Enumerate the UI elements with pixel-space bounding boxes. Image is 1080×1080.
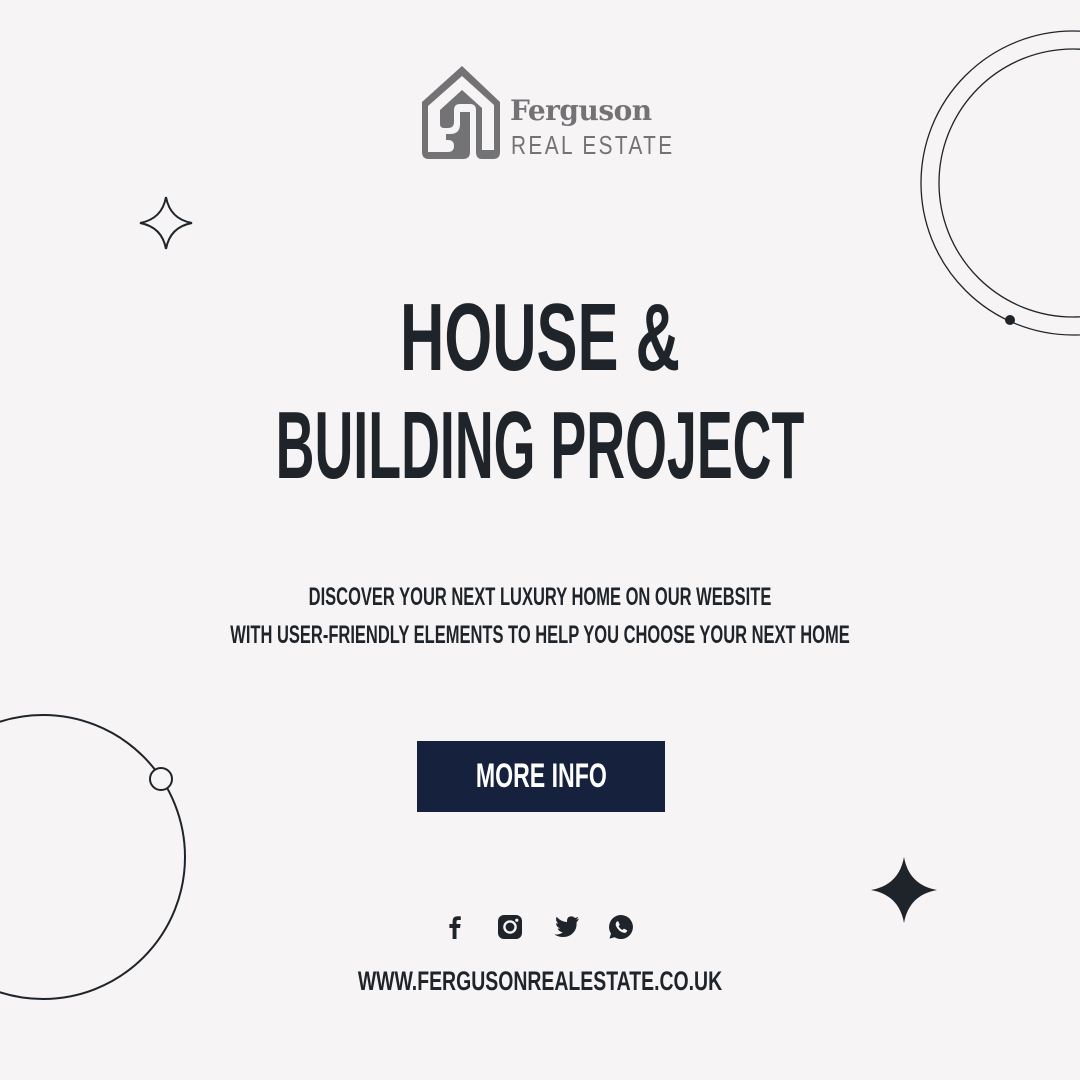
headline: HOUSE & BUILDING PROJECT [0,284,1080,500]
twitter-icon [554,916,579,937]
facebook-link[interactable] [440,912,470,942]
subtext-line-2: WITH USER-FRIENDLY ELEMENTS TO HELP YOU … [230,621,850,649]
promo-canvas: Ferguson REAL ESTATE HOUSE & BUILDING PR… [0,0,1080,1080]
sparkle-outline-icon [139,196,193,250]
more-info-button-label: MORE INFO [475,757,607,795]
instagram-icon [498,915,522,939]
more-info-button[interactable]: MORE INFO [417,741,665,812]
sparkle-filled-icon [871,857,937,923]
bottom-ring-decoration [0,714,186,1000]
website-url[interactable]: WWW.FERGUSONREALESTATE.CO.UK [0,966,1080,997]
inner-ring-decoration [938,48,1080,318]
instagram-link[interactable] [495,912,525,942]
whatsapp-icon [609,915,633,939]
subtext: DISCOVER YOUR NEXT LUXURY HOME ON OUR WE… [0,578,1080,654]
brand-name: Ferguson [510,94,652,127]
subtext-line-1: DISCOVER YOUR NEXT LUXURY HOME ON OUR WE… [308,583,772,611]
brand-tagline: REAL ESTATE [511,130,675,160]
house-logo-icon [422,66,500,159]
twitter-link[interactable] [551,912,581,942]
website-url-text: WWW.FERGUSONREALESTATE.CO.UK [357,966,723,996]
headline-line-1: HOUSE & [400,284,680,391]
brand-logo: Ferguson REAL ESTATE [420,64,672,162]
small-ring-decoration [149,767,173,791]
whatsapp-link[interactable] [606,912,636,942]
facebook-icon [449,916,461,939]
social-links [440,912,640,944]
headline-line-2: BUILDING PROJECT [275,392,805,499]
